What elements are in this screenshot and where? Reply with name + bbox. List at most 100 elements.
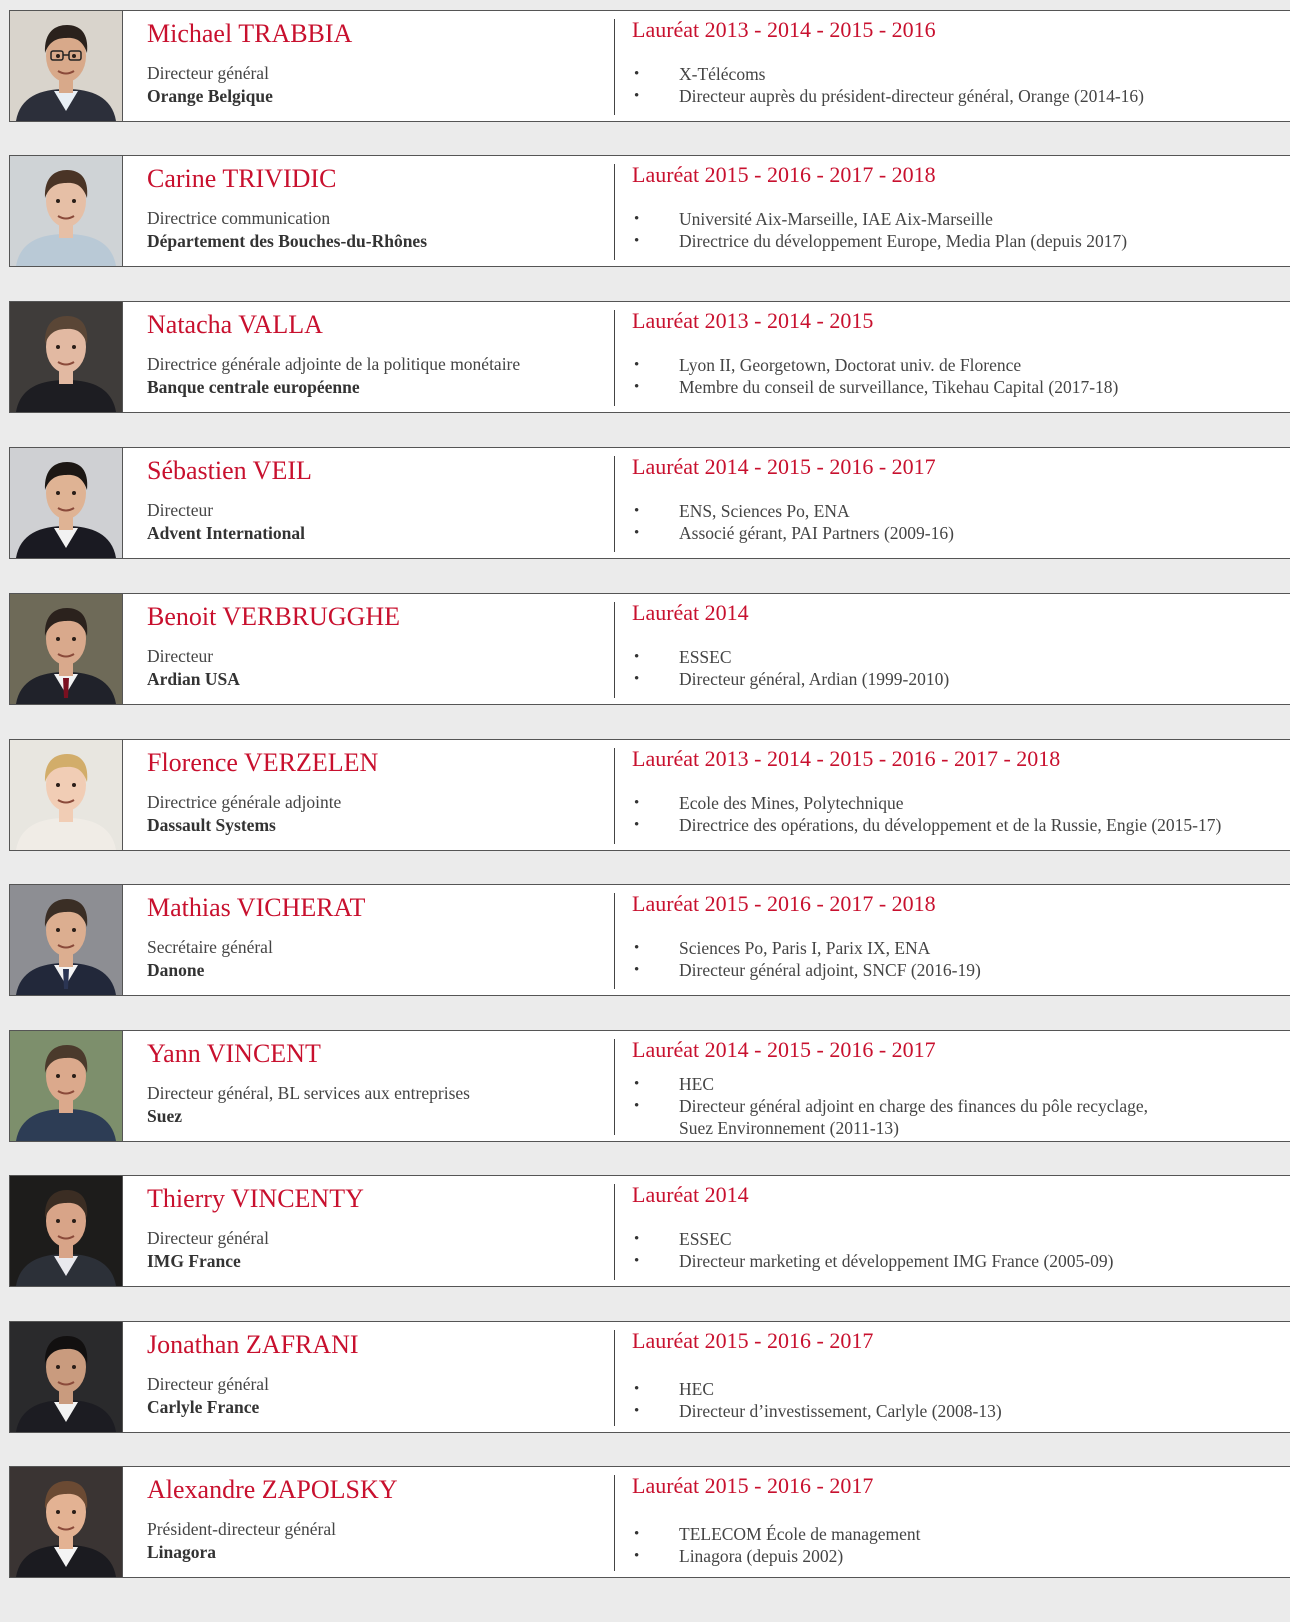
career-item: TELECOM École de management bbox=[632, 1523, 921, 1545]
career-list: HECDirecteur général adjoint en charge d… bbox=[632, 1073, 1148, 1139]
person-name: Florence VERZELEN bbox=[147, 748, 379, 777]
career-list: X-TélécomsDirecteur auprès du président-… bbox=[632, 63, 1144, 107]
career-list: Ecole des Mines, PolytechniqueDirectrice… bbox=[632, 792, 1221, 836]
career-item: Associé gérant, PAI Partners (2009-16) bbox=[632, 522, 954, 544]
organization: Carlyle France bbox=[147, 1397, 260, 1417]
career-item: Directeur auprès du président-directeur … bbox=[632, 85, 1144, 107]
person-name: Mathias VICHERAT bbox=[147, 893, 366, 922]
laureate-years: Lauréat 2014 - 2015 - 2016 - 2017 bbox=[632, 454, 936, 479]
person-name: Sébastien VEIL bbox=[147, 456, 312, 485]
profile-card: Benoit VERBRUGGHE Directeur Ardian USA L… bbox=[9, 593, 1290, 705]
column-divider bbox=[614, 1475, 615, 1571]
profile-card: Jonathan ZAFRANI Directeur général Carly… bbox=[9, 1321, 1290, 1433]
column-divider bbox=[614, 1330, 615, 1426]
job-title: Directeur général bbox=[147, 1374, 269, 1394]
career-item: X-Télécoms bbox=[632, 63, 1144, 85]
person-name: Carine TRIVIDIC bbox=[147, 164, 337, 193]
portrait-photo bbox=[10, 448, 123, 558]
career-list: ENS, Sciences Po, ENAAssocié gérant, PAI… bbox=[632, 500, 954, 544]
career-item-continuation: Suez Environnement (2011-13) bbox=[679, 1118, 899, 1138]
career-item: ESSEC bbox=[632, 646, 949, 668]
laureate-years: Lauréat 2014 bbox=[632, 600, 749, 625]
organization: Suez bbox=[147, 1106, 182, 1126]
career-list: HECDirecteur d’investissement, Carlyle (… bbox=[632, 1378, 1002, 1422]
career-item: HEC bbox=[632, 1378, 1002, 1400]
organization: IMG France bbox=[147, 1251, 241, 1271]
person-name: Yann VINCENT bbox=[147, 1039, 321, 1068]
career-list: TELECOM École de managementLinagora (dep… bbox=[632, 1523, 921, 1567]
column-divider bbox=[614, 310, 615, 406]
person-name: Thierry VINCENTY bbox=[147, 1184, 364, 1213]
profile-card: Natacha VALLA Directrice générale adjoin… bbox=[9, 301, 1290, 413]
person-name: Michael TRABBIA bbox=[147, 19, 353, 48]
portrait-photo bbox=[10, 1031, 123, 1141]
career-item: Lyon II, Georgetown, Doctorat univ. de F… bbox=[632, 354, 1118, 376]
job-title: Directeur bbox=[147, 500, 214, 520]
career-item: ENS, Sciences Po, ENA bbox=[632, 500, 954, 522]
portrait-photo bbox=[10, 156, 123, 266]
job-title: Directeur général bbox=[147, 63, 269, 83]
organization: Département des Bouches-du-Rhônes bbox=[147, 231, 427, 251]
laureate-years: Lauréat 2013 - 2014 - 2015 bbox=[632, 308, 874, 333]
profile-card: Michael TRABBIA Directeur général Orange… bbox=[9, 10, 1290, 122]
job-title: Directeur général bbox=[147, 1228, 269, 1248]
job-title: Directeur bbox=[147, 646, 214, 666]
career-list: ESSECDirecteur général, Ardian (1999-201… bbox=[632, 646, 949, 690]
column-divider bbox=[614, 602, 615, 698]
career-list: ESSECDirecteur marketing et développemen… bbox=[632, 1228, 1113, 1272]
career-item: Ecole des Mines, Polytechnique bbox=[632, 792, 1221, 814]
job-title: Directrice générale adjointe bbox=[147, 792, 342, 812]
column-divider bbox=[614, 893, 615, 989]
laureate-years: Lauréat 2015 - 2016 - 2017 bbox=[632, 1473, 874, 1498]
profile-card: Yann VINCENT Directeur général, BL servi… bbox=[9, 1030, 1290, 1142]
profile-card: Carine TRIVIDIC Directrice communication… bbox=[9, 155, 1290, 267]
laureate-years: Lauréat 2013 - 2014 - 2015 - 2016 bbox=[632, 17, 936, 42]
career-list: Sciences Po, Paris I, Parix IX, ENADirec… bbox=[632, 937, 981, 981]
career-item: Directeur général adjoint, SNCF (2016-19… bbox=[632, 959, 981, 981]
career-item: Directeur général, Ardian (1999-2010) bbox=[632, 668, 949, 690]
profile-card: Alexandre ZAPOLSKY Président-directeur g… bbox=[9, 1466, 1290, 1578]
career-item: Membre du conseil de surveillance, Tikeh… bbox=[632, 376, 1118, 398]
organization: Dassault Systems bbox=[147, 815, 276, 835]
job-title: Secrétaire général bbox=[147, 937, 273, 957]
laureate-years: Lauréat 2015 - 2016 - 2017 bbox=[632, 1328, 874, 1353]
laureate-years: Lauréat 2015 - 2016 - 2017 - 2018 bbox=[632, 891, 936, 916]
career-item: Directeur d’investissement, Carlyle (200… bbox=[632, 1400, 1002, 1422]
career-item: Directeur marketing et développement IMG… bbox=[632, 1250, 1113, 1272]
career-item: HEC bbox=[632, 1073, 1148, 1095]
job-title: Président-directeur général bbox=[147, 1519, 337, 1539]
column-divider bbox=[614, 748, 615, 844]
profile-card: Sébastien VEIL Directeur Advent Internat… bbox=[9, 447, 1290, 559]
portrait-photo bbox=[10, 740, 123, 850]
person-name: Benoit VERBRUGGHE bbox=[147, 602, 401, 631]
person-name: Alexandre ZAPOLSKY bbox=[147, 1475, 398, 1504]
column-divider bbox=[614, 164, 615, 260]
organization: Advent International bbox=[147, 523, 305, 543]
portrait-photo bbox=[10, 1322, 123, 1432]
career-item: Directrice des opérations, du développem… bbox=[632, 814, 1221, 836]
profile-card: Thierry VINCENTY Directeur général IMG F… bbox=[9, 1175, 1290, 1287]
job-title: Directrice générale adjointe de la polit… bbox=[147, 354, 521, 374]
laureate-years: Lauréat 2015 - 2016 - 2017 - 2018 bbox=[632, 162, 936, 187]
organization: Banque centrale européenne bbox=[147, 377, 360, 397]
career-item: Directrice du développement Europe, Medi… bbox=[632, 230, 1127, 252]
organization: Danone bbox=[147, 960, 205, 980]
column-divider bbox=[614, 456, 615, 552]
career-item: Université Aix-Marseille, IAE Aix-Marsei… bbox=[632, 208, 1127, 230]
organization: Orange Belgique bbox=[147, 86, 273, 106]
portrait-photo bbox=[10, 1467, 123, 1577]
person-name: Natacha VALLA bbox=[147, 310, 323, 339]
job-title: Directeur général, BL services aux entre… bbox=[147, 1083, 470, 1103]
column-divider bbox=[614, 19, 615, 115]
column-divider bbox=[614, 1184, 615, 1280]
column-divider bbox=[614, 1039, 615, 1135]
portrait-photo bbox=[10, 1176, 123, 1286]
laureate-years: Lauréat 2013 - 2014 - 2015 - 2016 - 2017… bbox=[632, 746, 1061, 771]
portrait-photo bbox=[10, 594, 123, 704]
career-list: Université Aix-Marseille, IAE Aix-Marsei… bbox=[632, 208, 1127, 252]
career-item: Sciences Po, Paris I, Parix IX, ENA bbox=[632, 937, 981, 959]
portrait-photo bbox=[10, 302, 123, 412]
career-item: ESSEC bbox=[632, 1228, 1113, 1250]
portrait-photo bbox=[10, 885, 123, 995]
profile-card: Mathias VICHERAT Secrétaire général Dano… bbox=[9, 884, 1290, 996]
